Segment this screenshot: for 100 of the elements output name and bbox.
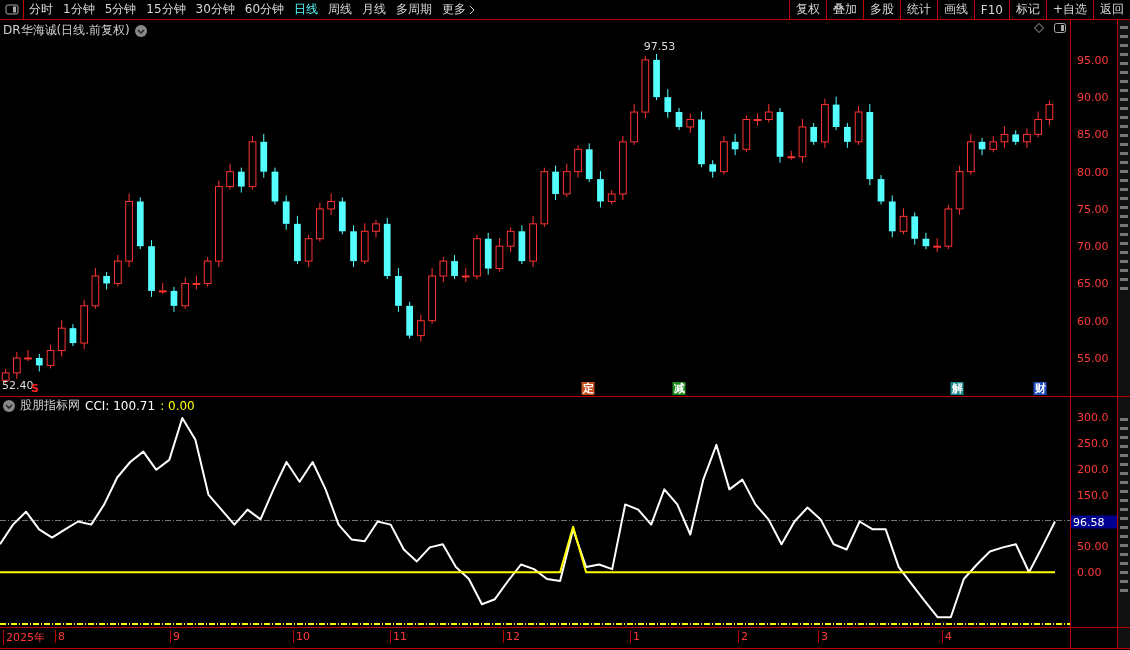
candle [80, 299, 89, 350]
axis-tick-label: 70.00 [1077, 239, 1109, 253]
candle [35, 353, 43, 372]
current-value-label: 96.58 [1071, 515, 1117, 528]
period-tab[interactable]: 月线 [357, 0, 392, 19]
candle [776, 107, 784, 164]
toolbar-button[interactable]: 多股 [862, 0, 900, 19]
period-tab[interactable]: 分时 [24, 0, 58, 19]
candle [597, 170, 604, 208]
axis-tick-label: 90.00 [1077, 90, 1109, 104]
axis-tick-label: 150.0 [1077, 488, 1109, 502]
toolbar-button[interactable]: 叠加 [825, 0, 863, 19]
panel-toggle-icon[interactable] [1054, 23, 1066, 33]
candle [574, 144, 582, 179]
candle [810, 122, 818, 146]
period-tab[interactable]: 30分钟 [190, 0, 240, 19]
date-label: 3 [818, 630, 828, 643]
candle [316, 202, 324, 243]
candle [933, 237, 941, 253]
candle [12, 351, 21, 380]
candle [1000, 125, 1009, 149]
axis-tick-label: 60.00 [1077, 314, 1109, 328]
candle [383, 217, 391, 280]
candle [282, 195, 290, 231]
chart-title: DR华海诚(日线.前复权) [3, 22, 130, 39]
candle [46, 344, 55, 369]
diamond-icon[interactable] [1034, 23, 1044, 33]
candle [69, 323, 77, 347]
dropdown-icon[interactable] [3, 399, 15, 412]
candle [798, 118, 807, 164]
candle [327, 193, 335, 216]
candle [966, 133, 975, 176]
candle [552, 165, 559, 201]
candle [372, 219, 380, 238]
axis-tick-label: 55.00 [1077, 351, 1109, 365]
date-label: 2025年 [3, 630, 45, 645]
candle [742, 115, 751, 153]
period-tab[interactable]: 60分钟 [239, 0, 290, 19]
candle [675, 107, 683, 131]
candle [787, 150, 796, 161]
candle [451, 254, 458, 280]
period-tab[interactable]: 日线 [289, 0, 324, 19]
candle [686, 113, 695, 134]
toolbar-button[interactable]: 标记 [1008, 0, 1046, 19]
candle [103, 271, 110, 290]
candle [170, 286, 178, 313]
period-tab[interactable]: 周线 [323, 0, 358, 19]
period-tab[interactable]: 1分钟 [58, 0, 100, 19]
indicator-reading: : 0.00 [160, 398, 195, 413]
toolbar-button[interactable]: 统计 [899, 0, 937, 19]
toolbar-button[interactable]: +自选 [1045, 0, 1093, 19]
candle [731, 133, 739, 156]
candle [764, 103, 773, 123]
candle [428, 267, 436, 325]
toolbar-button[interactable]: 画线 [936, 0, 974, 19]
candle [114, 254, 122, 287]
date-label: 4 [942, 630, 952, 643]
candle [237, 167, 245, 194]
date-label: 10 [293, 630, 310, 643]
period-tab[interactable]: 15分钟 [141, 0, 191, 19]
date-label: 1 [630, 630, 640, 643]
candle [181, 276, 190, 310]
dropdown-icon[interactable] [134, 24, 147, 37]
candle [271, 167, 279, 205]
period-tab[interactable]: 多周期 [391, 0, 438, 19]
axis-tick-label: 200.0 [1077, 462, 1109, 476]
date-label: 2 [738, 630, 748, 643]
candle [304, 234, 313, 268]
candle [395, 267, 402, 313]
more-button[interactable]: 更多 [437, 0, 481, 19]
toolbar-button[interactable]: 复权 [788, 0, 826, 19]
period-tab[interactable]: 5分钟 [99, 0, 142, 19]
axis-tick-label: 95.00 [1077, 53, 1109, 67]
candle [417, 314, 425, 343]
candle [518, 224, 526, 265]
candle [484, 232, 492, 276]
toolbar-button[interactable]: 返回 [1093, 0, 1130, 19]
candle [540, 167, 549, 228]
candle [832, 96, 840, 131]
axis-tick-label: 250.0 [1077, 436, 1109, 450]
date-label: 12 [503, 630, 520, 643]
candle [922, 232, 930, 250]
candle [653, 53, 660, 101]
candle [720, 135, 728, 176]
candle [753, 113, 762, 126]
candle [709, 159, 717, 179]
candle [91, 267, 100, 310]
date-label: 9 [170, 630, 180, 643]
toolbar-button[interactable]: F10 [973, 0, 1009, 19]
candle [338, 197, 346, 235]
axis-tick-label: 50.00 [1077, 539, 1109, 553]
axis-tick-label: 300.0 [1077, 410, 1109, 424]
candle [24, 349, 32, 362]
candle [1012, 129, 1020, 146]
axis-tick-label: 85.00 [1077, 127, 1109, 141]
candle [529, 215, 537, 268]
candle [148, 239, 155, 298]
candle [461, 267, 470, 283]
high-price-label: 97.53 [643, 39, 676, 53]
candle [888, 195, 896, 238]
